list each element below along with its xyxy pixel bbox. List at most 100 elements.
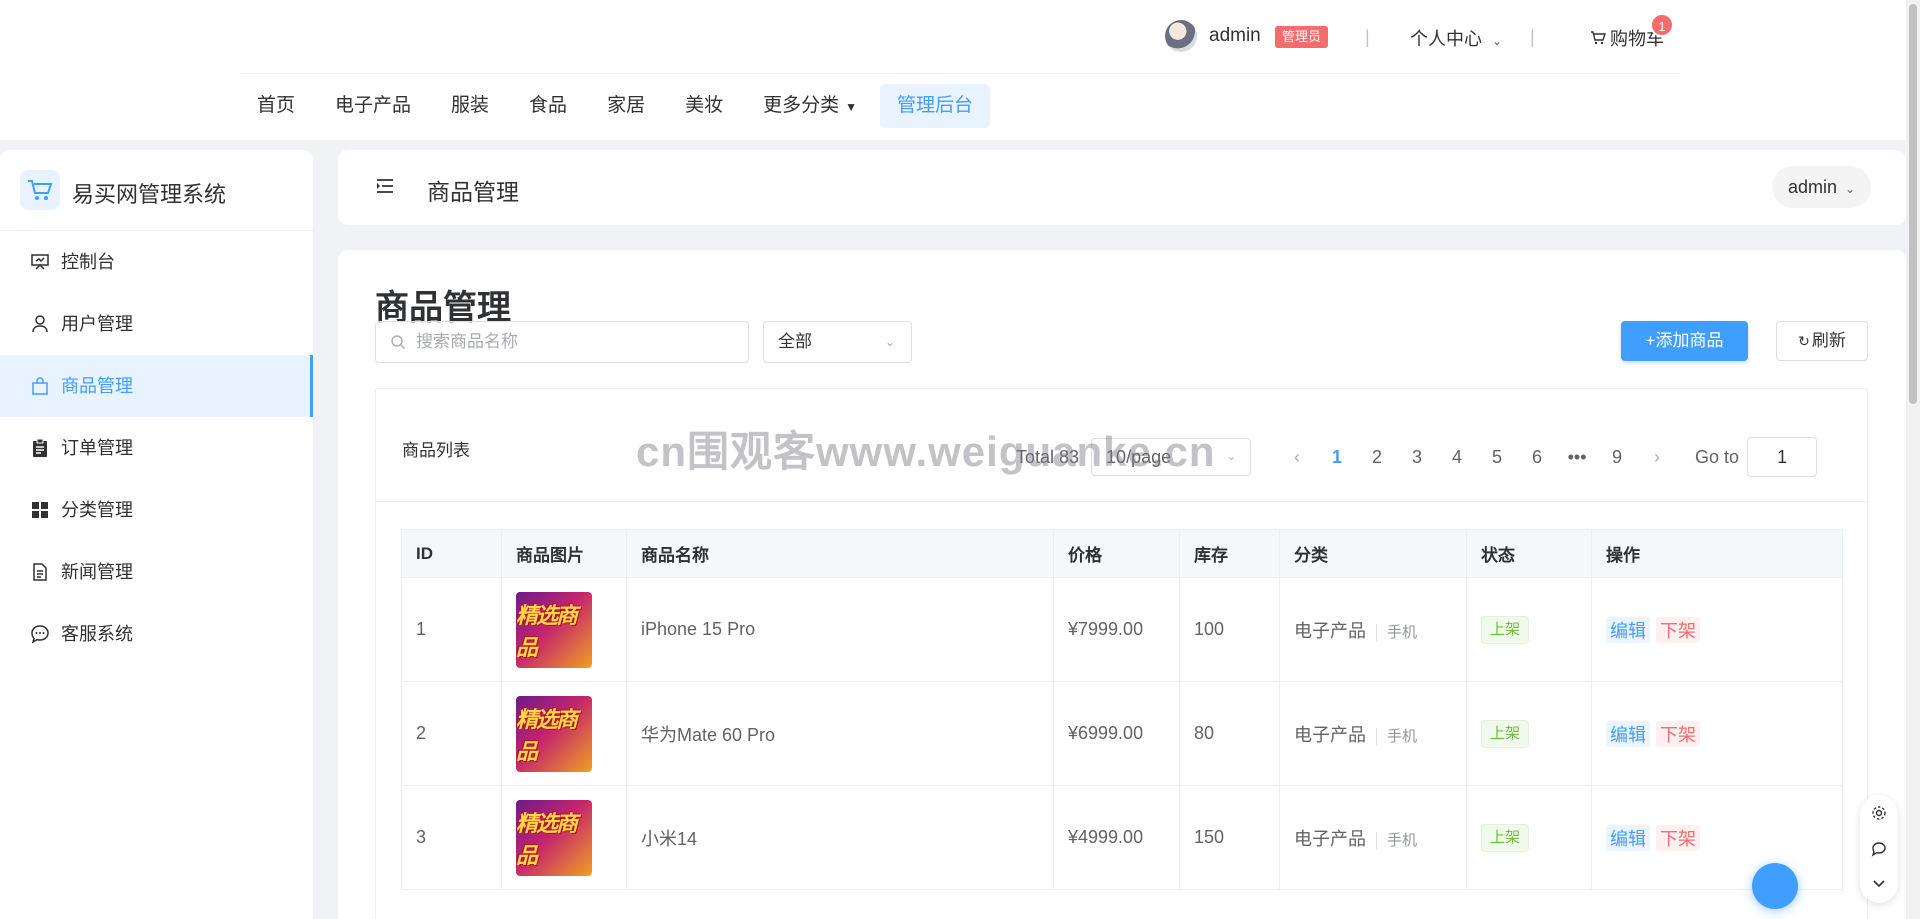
prev-page-button[interactable]: ‹ bbox=[1277, 447, 1317, 468]
cell-price: ¥6999.00 bbox=[1053, 681, 1180, 786]
header-title: 商品管理 bbox=[427, 179, 519, 205]
page-scrollbar[interactable] bbox=[1906, 0, 1920, 919]
page-button[interactable]: 6 bbox=[1517, 447, 1557, 468]
product-thumbnail[interactable]: 精选商品 bbox=[516, 591, 592, 668]
settings-icon[interactable] bbox=[1871, 805, 1887, 821]
edit-button[interactable]: 编辑 bbox=[1606, 824, 1650, 851]
separator: | bbox=[1530, 27, 1535, 47]
user-dropdown[interactable]: admin ⌄ bbox=[1772, 166, 1872, 208]
username[interactable]: admin bbox=[1209, 25, 1261, 47]
sidebar-item-dashboard[interactable]: 控制台 bbox=[0, 231, 313, 293]
personal-center-label: 个人中心 bbox=[1410, 29, 1482, 49]
edit-button[interactable]: 编辑 bbox=[1606, 720, 1650, 747]
sidebar-item-products[interactable]: 商品管理 bbox=[0, 355, 313, 417]
assistant-float-button[interactable] bbox=[1752, 863, 1798, 909]
nav-item-more-categories[interactable]: 更多分类 ▼ bbox=[746, 84, 874, 128]
personal-center-dropdown[interactable]: 个人中心 ⌄ bbox=[1410, 25, 1502, 51]
sidebar-item-orders[interactable]: 订单管理 bbox=[0, 417, 313, 479]
page-button[interactable]: 4 bbox=[1437, 447, 1477, 468]
cell-id: 2 bbox=[401, 681, 502, 786]
document-icon bbox=[33, 563, 47, 581]
sidebar-item-label: 新闻管理 bbox=[61, 562, 133, 582]
column-header: 库存 bbox=[1179, 529, 1280, 578]
column-header: 分类 bbox=[1279, 529, 1467, 578]
floating-toolbar bbox=[1860, 795, 1898, 903]
page-button[interactable]: 1 bbox=[1317, 447, 1357, 468]
delist-button[interactable]: 下架 bbox=[1656, 616, 1700, 643]
clipboard-icon bbox=[33, 438, 47, 457]
product-table: ID 商品图片 商品名称 价格 库存 分类 状态 操作 1 精选商品 iPhon… bbox=[401, 529, 1843, 890]
delist-button[interactable]: 下架 bbox=[1656, 720, 1700, 747]
table-row: 1 精选商品 iPhone 15 Pro ¥7999.00 100 电子产品 手机… bbox=[401, 577, 1843, 682]
chevron-down-icon[interactable] bbox=[1871, 875, 1887, 891]
status-badge: 上架 bbox=[1481, 719, 1530, 748]
cell-actions: 编辑 下架 bbox=[1591, 785, 1843, 890]
cell-id: 1 bbox=[401, 577, 502, 682]
sidebar: 易买网管理系统 控制台 用户管理 商品管理 订单管理 分类管理 新闻管理 客服系… bbox=[0, 150, 313, 919]
column-header: 状态 bbox=[1466, 529, 1592, 578]
sidebar-item-support[interactable]: 客服系统 bbox=[0, 603, 313, 665]
cell-price: ¥7999.00 bbox=[1053, 577, 1180, 682]
page-button[interactable]: 5 bbox=[1477, 447, 1517, 468]
more-pages-button[interactable]: ••• bbox=[1557, 447, 1597, 468]
nav-item-home-living[interactable]: 家居 bbox=[590, 84, 662, 128]
page-button[interactable]: 3 bbox=[1397, 447, 1437, 468]
nav-item-more-label: 更多分类 bbox=[763, 95, 840, 116]
nav-item-home[interactable]: 首页 bbox=[240, 84, 312, 128]
divider bbox=[376, 501, 1867, 502]
role-badge: 管理员 bbox=[1275, 26, 1329, 48]
cell-status: 上架 bbox=[1466, 785, 1592, 890]
cell-stock: 80 bbox=[1179, 681, 1280, 786]
sidebar-item-categories[interactable]: 分类管理 bbox=[0, 479, 313, 541]
refresh-icon: ↻ bbox=[1798, 333, 1810, 349]
cell-image: 精选商品 bbox=[501, 785, 627, 890]
page-button[interactable]: 9 bbox=[1597, 447, 1637, 468]
menu-fold-icon[interactable] bbox=[376, 178, 394, 194]
goto-label: Go to bbox=[1695, 446, 1740, 467]
refresh-button[interactable]: ↻ 刷新 bbox=[1776, 321, 1868, 361]
cell-actions: 编辑 下架 bbox=[1591, 577, 1843, 682]
chevron-down-icon: ⌄ bbox=[884, 335, 895, 349]
product-thumbnail[interactable]: 精选商品 bbox=[516, 695, 592, 772]
thumbnail-text: 精选商品 bbox=[516, 810, 578, 868]
nav-item-admin[interactable]: 管理后台 bbox=[880, 84, 991, 128]
cart-count-badge: 1 bbox=[1650, 13, 1674, 37]
cart-icon bbox=[1591, 31, 1606, 45]
nav-item-electronics[interactable]: 电子产品 bbox=[318, 84, 428, 128]
separator: | bbox=[1365, 27, 1370, 47]
user-icon bbox=[32, 315, 48, 333]
page-button[interactable]: 2 bbox=[1357, 447, 1397, 468]
status-badge: 上架 bbox=[1481, 615, 1530, 644]
main-nav: 首页 电子产品 服装 食品 家居 美妆 更多分类 ▼ 管理后台 bbox=[240, 84, 996, 128]
sidebar-menu: 控制台 用户管理 商品管理 订单管理 分类管理 新闻管理 客服系统 bbox=[0, 231, 313, 665]
message-icon[interactable] bbox=[1871, 841, 1887, 857]
search-box bbox=[375, 321, 749, 363]
scrollbar-thumb[interactable] bbox=[1909, 4, 1917, 404]
search-input[interactable] bbox=[416, 322, 736, 362]
list-title: 商品列表 bbox=[402, 441, 470, 460]
add-product-button[interactable]: +添加商品 bbox=[1621, 321, 1748, 361]
nav-item-beauty[interactable]: 美妆 bbox=[668, 84, 740, 128]
sidebar-item-label: 分类管理 bbox=[61, 500, 133, 520]
product-thumbnail[interactable]: 精选商品 bbox=[516, 799, 592, 876]
cell-stock: 150 bbox=[1179, 785, 1280, 890]
edit-button[interactable]: 编辑 bbox=[1606, 616, 1650, 643]
cell-image: 精选商品 bbox=[501, 577, 627, 682]
nav-item-clothing[interactable]: 服装 bbox=[434, 84, 506, 128]
goto-page-input[interactable]: 1 bbox=[1747, 437, 1818, 477]
category-filter-select[interactable]: 全部 ⌄ bbox=[763, 321, 912, 363]
cell-status: 上架 bbox=[1466, 681, 1592, 786]
sidebar-item-news[interactable]: 新闻管理 bbox=[0, 541, 313, 603]
sidebar-item-users[interactable]: 用户管理 bbox=[0, 293, 313, 355]
column-header: 价格 bbox=[1053, 529, 1180, 578]
next-page-button[interactable]: › bbox=[1637, 447, 1677, 468]
nav-item-food[interactable]: 食品 bbox=[512, 84, 584, 128]
table-header-row: ID 商品图片 商品名称 价格 库存 分类 状态 操作 bbox=[401, 529, 1843, 578]
cell-image: 精选商品 bbox=[501, 681, 627, 786]
chat-icon bbox=[31, 625, 49, 644]
main-card: 商品管理 全部 ⌄ +添加商品 ↻刷新 商品列表 Total 83 10/pag… bbox=[338, 250, 1906, 919]
sidebar-item-label: 用户管理 bbox=[61, 314, 133, 334]
delist-button[interactable]: 下架 bbox=[1656, 824, 1700, 851]
avatar[interactable] bbox=[1165, 20, 1197, 52]
thumbnail-text: 精选商品 bbox=[516, 602, 578, 660]
